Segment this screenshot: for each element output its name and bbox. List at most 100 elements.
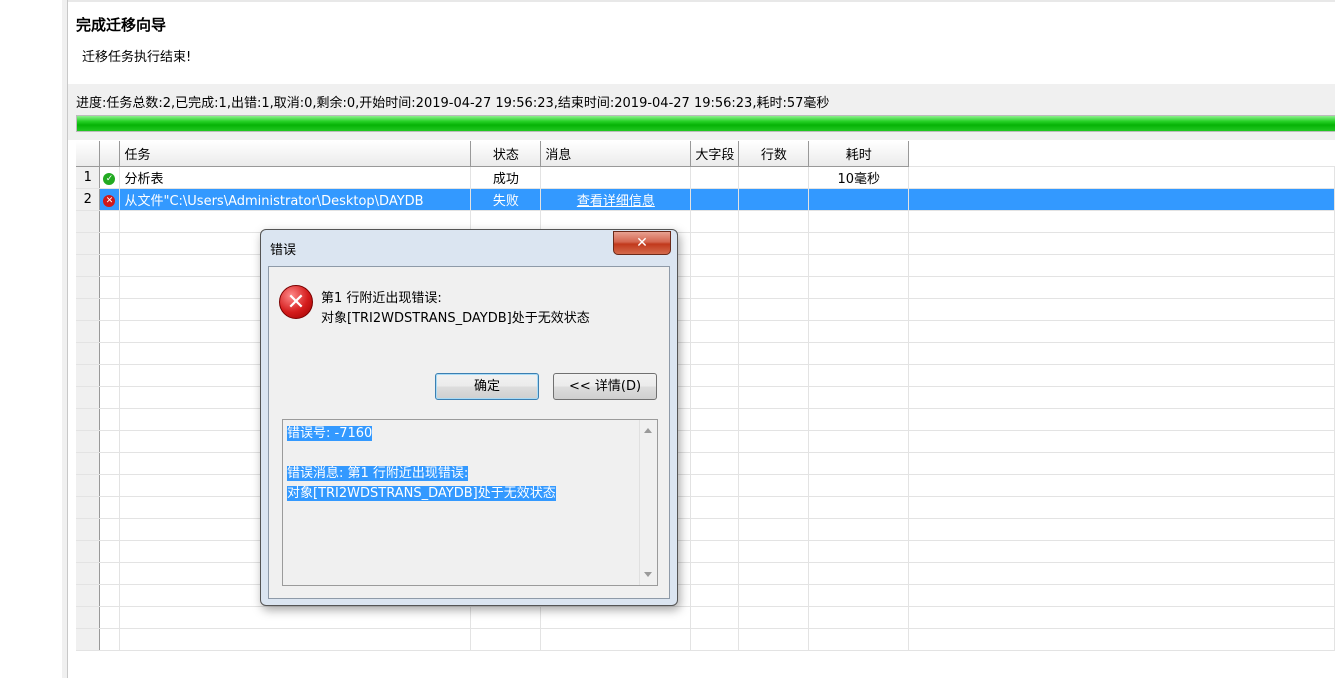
empty-cell (808, 254, 910, 277)
row-header-corner (76, 141, 101, 167)
column-header-rows[interactable]: 行数 (738, 141, 810, 167)
empty-cell (99, 386, 121, 409)
task-rows (738, 188, 810, 211)
empty-cell (99, 276, 121, 299)
task-name: 从文件"C:\Users\Administrator\Desktop\DAYDB (119, 188, 472, 211)
progress-text: 进度:任务总数:2,已完成:1,出错:1,取消:0,剩余:0,开始时间:2019… (76, 96, 830, 111)
empty-cell (808, 320, 910, 343)
empty-cell (76, 320, 101, 343)
empty-cell (119, 628, 472, 651)
scroll-down-icon[interactable] (644, 572, 652, 577)
error-message-line1: 第1 行附近出现错误: (321, 291, 442, 306)
empty-cell (908, 232, 1335, 255)
empty-cell (808, 298, 910, 321)
empty-cell (99, 540, 121, 563)
row-icon-cell: ✕ (99, 188, 121, 211)
detail-line: 错误号: -7160 (287, 426, 373, 441)
error-detail-textbox[interactable]: 错误号: -7160 错误消息: 第1 行附近出现错误: 对象[TRI2WDST… (282, 419, 658, 586)
task-message (540, 166, 692, 189)
progress-fill (77, 116, 1335, 131)
empty-cell (76, 210, 101, 233)
details-button[interactable]: << 详情(D) (553, 373, 657, 400)
progress-bar (76, 115, 1335, 132)
column-header-lob[interactable]: 大字段 (690, 141, 740, 167)
empty-cell (76, 430, 101, 453)
empty-cell (738, 452, 810, 475)
empty-cell (808, 496, 910, 519)
empty-cell (908, 276, 1335, 299)
wizard-title: 完成迁移向导 (76, 16, 167, 34)
empty-cell (119, 606, 472, 629)
detail-scrollbar[interactable] (639, 420, 657, 585)
empty-cell (76, 628, 101, 651)
view-details-link[interactable]: 查看详细信息 (577, 194, 655, 209)
error-x-icon: ✕ (103, 195, 116, 207)
empty-cell (690, 518, 740, 541)
empty-cell (690, 276, 740, 299)
empty-cell (738, 628, 810, 651)
error-dialog: 错误 ✕ ✕ 第1 行附近出现错误: 对象[TRI2WDSTRANS_DAYDB… (260, 229, 678, 606)
empty-cell (99, 430, 121, 453)
empty-cell (908, 210, 1335, 233)
empty-cell (738, 430, 810, 453)
empty-cell (738, 254, 810, 277)
empty-cell (99, 210, 121, 233)
empty-cell (908, 584, 1335, 607)
progress-area: 进度:任务总数:2,已完成:1,出错:1,取消:0,剩余:0,开始时间:2019… (68, 84, 1335, 140)
empty-cell (690, 210, 740, 233)
empty-cell (99, 320, 121, 343)
empty-cell (99, 518, 121, 541)
column-header-time[interactable]: 耗时 (808, 141, 910, 167)
row-icon-cell: ✓ (99, 166, 121, 189)
empty-cell (738, 562, 810, 585)
empty-cell (76, 606, 101, 629)
ok-button[interactable]: 确定 (435, 373, 539, 400)
empty-cell (908, 364, 1335, 387)
empty-row (76, 606, 1335, 629)
empty-cell (690, 562, 740, 585)
column-header-task[interactable]: 任务 (119, 141, 472, 167)
task-time: 10毫秒 (808, 166, 910, 189)
empty-cell (76, 540, 101, 563)
empty-cell (76, 452, 101, 475)
empty-cell (99, 232, 121, 255)
empty-cell (738, 474, 810, 497)
empty-cell (738, 518, 810, 541)
empty-cell (808, 364, 910, 387)
wizard-subtitle: 迁移任务执行结束! (82, 50, 192, 65)
header-filler (908, 141, 1335, 167)
empty-cell (76, 232, 101, 255)
empty-row (76, 628, 1335, 651)
empty-cell (470, 606, 542, 629)
grid-header-row: 任务 状态 消息 大字段 行数 耗时 (76, 141, 1335, 167)
empty-cell (908, 606, 1335, 629)
empty-cell (908, 320, 1335, 343)
detail-text: 错误号: -7160 错误消息: 第1 行附近出现错误: 对象[TRI2WDST… (283, 420, 640, 585)
empty-cell (738, 342, 810, 365)
table-row[interactable]: 1 ✓ 分析表 成功 10毫秒 (76, 166, 1335, 189)
table-row[interactable]: 2 ✕ 从文件"C:\Users\Administrator\Desktop\D… (76, 188, 1335, 211)
empty-cell (76, 276, 101, 299)
empty-cell (738, 408, 810, 431)
empty-cell (738, 584, 810, 607)
empty-cell (99, 496, 121, 519)
empty-cell (690, 298, 740, 321)
detail-blank-line (287, 444, 636, 464)
empty-cell (808, 540, 910, 563)
empty-cell (470, 628, 542, 651)
empty-cell (76, 386, 101, 409)
wizard-header: 完成迁移向导 迁移任务执行结束! (68, 0, 1335, 86)
empty-cell (908, 342, 1335, 365)
empty-cell (690, 320, 740, 343)
scroll-up-icon[interactable] (644, 428, 652, 433)
task-time (808, 188, 910, 211)
empty-cell (738, 496, 810, 519)
column-header-status[interactable]: 状态 (470, 141, 542, 167)
empty-cell (690, 232, 740, 255)
empty-cell (690, 408, 740, 431)
close-button[interactable]: ✕ (613, 231, 671, 255)
empty-cell (738, 606, 810, 629)
column-header-message[interactable]: 消息 (540, 141, 692, 167)
empty-cell (908, 518, 1335, 541)
task-message: 查看详细信息 (540, 188, 692, 211)
